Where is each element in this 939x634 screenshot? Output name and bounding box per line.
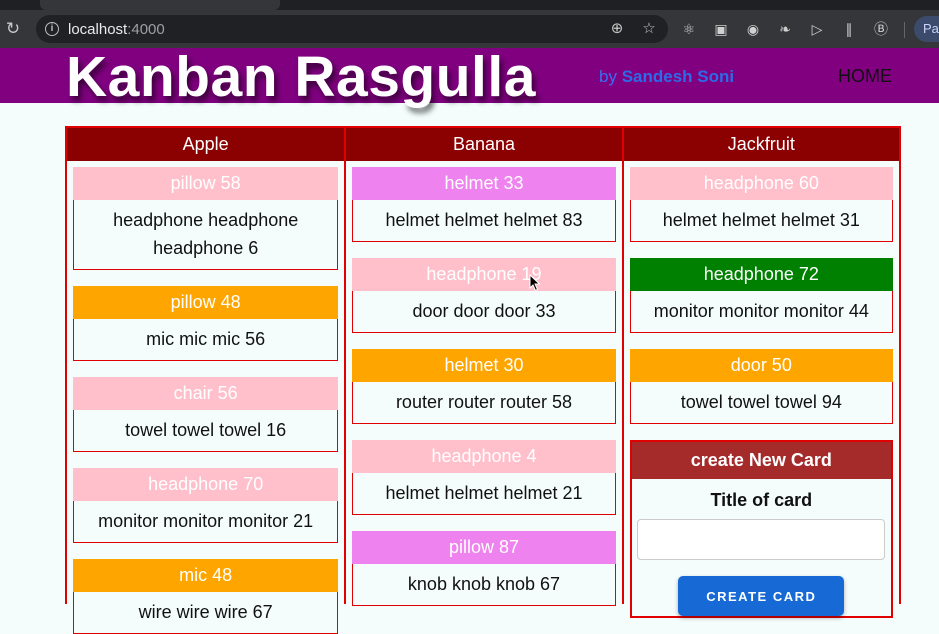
info-icon[interactable]: i [45, 22, 59, 36]
card-title: pillow 87 [352, 531, 616, 564]
active-tab[interactable] [40, 0, 280, 10]
card-title: helmet 30 [352, 349, 616, 382]
home-link[interactable]: HOME [838, 66, 892, 87]
reload-icon[interactable]: ↻ [4, 19, 22, 39]
card-title: headphone 70 [73, 468, 339, 501]
app-header: Kanban Rasgulla by Sandesh Soni HOME [0, 45, 939, 109]
card-body: router router router 58 [395, 392, 573, 412]
card[interactable]: headphone 70 monitor monitor monitor 21 [73, 468, 339, 543]
card-body: wire wire wire 67 [138, 602, 273, 622]
column-header: Apple [67, 128, 345, 161]
column-header: Jackfruit [623, 128, 899, 161]
column-body: pillow 58 headphone headphone headphone … [67, 161, 344, 634]
url-text[interactable]: localhost:4000 [68, 21, 165, 38]
card[interactable]: pillow 58 headphone headphone headphone … [73, 167, 339, 270]
lines-icon[interactable]: ∥ [839, 19, 859, 39]
column-jackfruit: Jackfruit headphone 60 helmet helmet hel… [621, 128, 899, 618]
byline-prefix: by [599, 67, 617, 86]
card[interactable]: helmet 30 router router router 58 [352, 349, 616, 424]
card[interactable]: door 50 towel towel towel 94 [629, 349, 893, 424]
card-title: pillow 48 [73, 286, 339, 319]
profile-button[interactable]: Pa [914, 16, 939, 42]
zoom-icon[interactable]: ⊕ [608, 20, 626, 38]
card-body: headphone headphone headphone 6 [113, 210, 299, 258]
card-title: door 50 [629, 349, 893, 382]
card-title: mic 48 [73, 559, 339, 592]
card-title: headphone 60 [629, 167, 893, 200]
card[interactable]: pillow 87 knob knob knob 67 [352, 531, 616, 606]
card-title-label: Title of card [710, 490, 813, 510]
card-body: towel towel towel 16 [125, 420, 287, 440]
column-apple: Apple pillow 58 headphone headphone head… [67, 128, 345, 634]
card-body: helmet helmet helmet 31 [662, 210, 860, 230]
column-header: Banana [346, 128, 622, 161]
browser-toolbar: ↻ i localhost:4000 ⊕ ☆ ⚛ ▣ ◉ ❧ ▷ ∥ Ⓑ Pa [0, 10, 939, 48]
url-host: localhost [68, 21, 128, 38]
card-body: mic mic mic 56 [146, 329, 266, 349]
card-title: pillow 58 [73, 167, 339, 200]
url-port: :4000 [127, 21, 165, 38]
card-title: chair 56 [73, 377, 339, 410]
b-icon[interactable]: Ⓑ [871, 19, 891, 39]
card[interactable]: mic 48 wire wire wire 67 [73, 559, 339, 634]
ghost-icon[interactable]: ❧ [775, 19, 795, 39]
author-link[interactable]: Sandesh Soni [622, 67, 734, 86]
address-bar[interactable]: i localhost:4000 ⊕ ☆ [36, 15, 668, 43]
mouse-cursor-icon [529, 274, 541, 292]
play-icon[interactable]: ▷ [807, 19, 827, 39]
byline: by Sandesh Soni [599, 67, 734, 87]
tab-strip [0, 0, 939, 10]
card[interactable]: pillow 48 mic mic mic 56 [73, 286, 339, 361]
column-body: headphone 60 helmet helmet helmet 31 hea… [624, 161, 899, 618]
create-card-heading: create New Card [631, 442, 891, 479]
card-body: helmet helmet helmet 83 [385, 210, 583, 230]
card-body: door door door 33 [412, 301, 556, 321]
card-title: headphone 72 [629, 258, 893, 291]
extension-icon[interactable]: ▣ [711, 19, 731, 39]
card[interactable]: headphone 72 monitor monitor monitor 44 [629, 258, 893, 333]
account-icon[interactable]: ◉ [743, 19, 763, 39]
card[interactable]: headphone 19 door door door 33 [352, 258, 616, 333]
card-body: towel towel towel 94 [680, 392, 842, 412]
create-card-form: create New Card Title of card CREATE CAR… [629, 440, 893, 618]
card-body: helmet helmet helmet 21 [385, 483, 583, 503]
card-body: monitor monitor monitor 21 [98, 511, 314, 531]
column-banana: Banana helmet 33 helmet helmet helmet 83… [344, 128, 622, 606]
kanban-board: Apple pillow 58 headphone headphone head… [65, 126, 901, 634]
card-title: headphone 19 [352, 258, 616, 291]
card-title: headphone 4 [352, 440, 616, 473]
column-body: helmet 33 helmet helmet helmet 83 headph… [346, 161, 621, 606]
star-icon[interactable]: ☆ [640, 20, 658, 38]
toolbar-divider [904, 22, 905, 38]
app-title: Kanban Rasgulla [66, 45, 536, 109]
card[interactable]: headphone 60 helmet helmet helmet 31 [629, 167, 893, 242]
react-icon[interactable]: ⚛ [679, 19, 699, 39]
card[interactable]: chair 56 towel towel towel 16 [73, 377, 339, 452]
card-body: monitor monitor monitor 44 [653, 301, 869, 321]
card-body: knob knob knob 67 [407, 574, 561, 594]
card[interactable]: helmet 33 helmet helmet helmet 83 [352, 167, 616, 242]
create-card-button[interactable]: CREATE CARD [678, 576, 845, 616]
card-title-input[interactable] [637, 519, 886, 560]
card[interactable]: headphone 4 helmet helmet helmet 21 [352, 440, 616, 515]
card-title: helmet 33 [352, 167, 616, 200]
